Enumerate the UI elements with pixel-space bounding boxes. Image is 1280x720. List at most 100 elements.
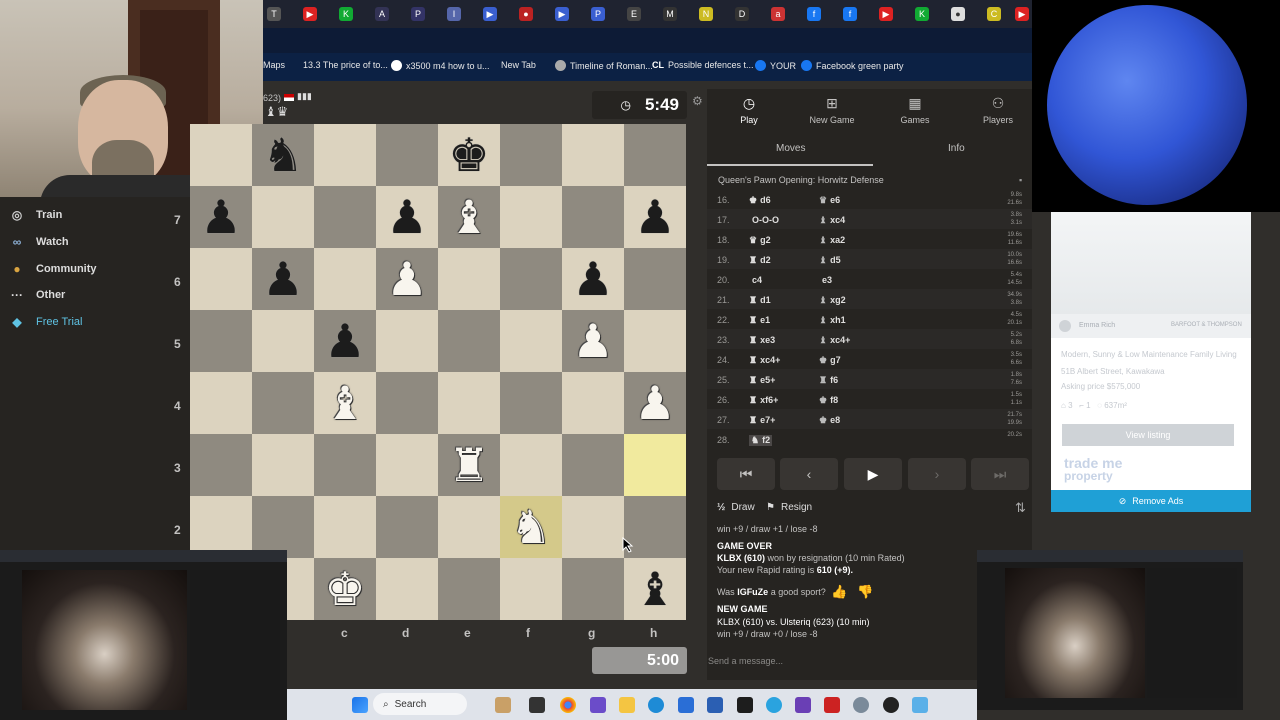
bookmark-item[interactable]: Maps xyxy=(263,60,285,70)
white-rook-icon[interactable]: ♜ xyxy=(448,442,489,488)
black-king-icon[interactable]: ♚ xyxy=(448,132,489,178)
square-f4[interactable] xyxy=(500,372,562,434)
browser-tab[interactable]: ▶ xyxy=(303,7,317,21)
browser-tab[interactable]: N xyxy=(699,7,713,21)
tab-info[interactable]: Info xyxy=(948,143,965,154)
square-e5[interactable] xyxy=(438,310,500,372)
app-icon[interactable] xyxy=(590,697,606,713)
square-a4[interactable] xyxy=(190,372,252,434)
black-pawn-icon[interactable]: ♟ xyxy=(324,318,365,364)
square-g4[interactable] xyxy=(562,372,624,434)
square-e7[interactable]: ♝ xyxy=(438,186,500,248)
browser-tab[interactable]: I xyxy=(447,7,461,21)
black-move[interactable]: e3 xyxy=(819,275,832,285)
square-h5[interactable] xyxy=(624,310,686,372)
store-icon[interactable] xyxy=(707,697,723,713)
black-move[interactable] xyxy=(819,435,822,445)
white-move[interactable]: ♜ d2 xyxy=(749,255,771,266)
black-move[interactable]: ♚ e8 xyxy=(819,415,840,426)
square-d6[interactable]: ♟ xyxy=(376,248,438,310)
white-move[interactable]: ♜ e7+ xyxy=(749,415,775,426)
browser-tab[interactable]: P xyxy=(411,7,425,21)
white-move[interactable]: ♜ e5+ xyxy=(749,375,775,386)
telegram-icon[interactable] xyxy=(766,697,782,713)
square-h4[interactable]: ♟ xyxy=(624,372,686,434)
chrome-icon[interactable] xyxy=(560,697,576,713)
square-b5[interactable] xyxy=(252,310,314,372)
black-move[interactable]: ♝ xg2 xyxy=(819,295,846,306)
resign-button[interactable]: ⚑ Resign xyxy=(766,502,812,513)
browser-tab[interactable]: ▶ xyxy=(483,7,497,21)
book-icon[interactable]: ▪ xyxy=(1019,175,1022,185)
square-c4[interactable]: ♝ xyxy=(314,372,376,434)
browser-address-bar[interactable] xyxy=(263,28,1033,53)
square-g7[interactable] xyxy=(562,186,624,248)
bookmark-item[interactable]: CL Possible defences t... xyxy=(652,60,754,70)
square-e6[interactable] xyxy=(438,248,500,310)
last-move-button[interactable]: ⏭ xyxy=(971,458,1029,490)
bookmark-item[interactable]: 13.3 The price of to... xyxy=(303,60,388,70)
browser-tab[interactable]: ▶ xyxy=(1015,7,1029,21)
square-d3[interactable] xyxy=(376,434,438,496)
square-d1[interactable] xyxy=(376,558,438,620)
white-move[interactable]: ♜ xc4+ xyxy=(749,355,780,366)
square-d5[interactable] xyxy=(376,310,438,372)
square-f6[interactable] xyxy=(500,248,562,310)
browser-tab[interactable]: K xyxy=(915,7,929,21)
remove-ads-button[interactable]: ⊘ Remove Ads xyxy=(1051,490,1251,512)
browser-tab[interactable]: E xyxy=(627,7,641,21)
black-move[interactable]: ♛ e6 xyxy=(819,195,840,206)
white-move[interactable]: ♜ xe3 xyxy=(749,335,775,346)
browser-tab[interactable]: f xyxy=(843,7,857,21)
browser-tab[interactable]: A xyxy=(375,7,389,21)
square-h3[interactable] xyxy=(624,434,686,496)
square-g2[interactable] xyxy=(562,496,624,558)
square-d7[interactable]: ♟ xyxy=(376,186,438,248)
edge-icon[interactable] xyxy=(648,697,664,713)
white-pawn-icon[interactable]: ♟ xyxy=(634,380,675,426)
square-d8[interactable] xyxy=(376,124,438,186)
white-knight-icon[interactable]: ♞ xyxy=(510,504,551,550)
tab-play[interactable]: ◷ Play xyxy=(709,95,789,125)
browser-tab[interactable]: K xyxy=(339,7,353,21)
app-icon[interactable] xyxy=(912,697,928,713)
sidebar-item-other[interactable]: ··· Other xyxy=(10,288,65,302)
taskbar-search[interactable]: ⌕ Search xyxy=(373,693,467,715)
white-move[interactable]: ♜ d1 xyxy=(749,295,771,306)
square-a2[interactable] xyxy=(190,496,252,558)
tab-moves[interactable]: Moves xyxy=(776,143,805,154)
bookmark-item[interactable]: Timeline of Roman... xyxy=(555,60,653,71)
square-g1[interactable] xyxy=(562,558,624,620)
browser-tab[interactable]: T xyxy=(267,7,281,21)
app-icon[interactable] xyxy=(883,697,899,713)
square-g5[interactable]: ♟ xyxy=(562,310,624,372)
browser-tab[interactable]: ● xyxy=(951,7,965,21)
square-f7[interactable] xyxy=(500,186,562,248)
tab-new-game[interactable]: ⊞ New Game xyxy=(792,95,872,125)
square-a3[interactable] xyxy=(190,434,252,496)
black-pawn-icon[interactable]: ♟ xyxy=(386,194,427,240)
browser-tab[interactable]: a xyxy=(771,7,785,21)
white-move[interactable]: ♛ g2 xyxy=(749,235,771,246)
square-a7[interactable]: ♟ xyxy=(190,186,252,248)
black-pawn-icon[interactable]: ♟ xyxy=(200,194,241,240)
white-king-icon[interactable]: ♚ xyxy=(324,566,365,612)
next-move-button[interactable]: › xyxy=(908,458,966,490)
square-c8[interactable] xyxy=(314,124,376,186)
browser-tab[interactable]: ▶ xyxy=(555,7,569,21)
black-move[interactable]: ♝ xh1 xyxy=(819,315,846,326)
browser-tab[interactable]: C xyxy=(987,7,1001,21)
square-h1[interactable]: ♝ xyxy=(624,558,686,620)
square-e8[interactable]: ♚ xyxy=(438,124,500,186)
bookmark-item[interactable]: YOUR xyxy=(755,60,796,71)
sidebar-item-watch[interactable]: ∞ Watch xyxy=(10,235,69,249)
bookmark-item[interactable]: Facebook green party xyxy=(801,60,904,71)
square-e4[interactable] xyxy=(438,372,500,434)
square-b7[interactable] xyxy=(252,186,314,248)
tab-games[interactable]: ▦ Games xyxy=(875,95,955,125)
square-a6[interactable] xyxy=(190,248,252,310)
browser-tab[interactable]: ▶ xyxy=(879,7,893,21)
white-bishop-icon[interactable]: ♝ xyxy=(448,194,489,240)
app-icon[interactable] xyxy=(678,697,694,713)
square-e1[interactable] xyxy=(438,558,500,620)
